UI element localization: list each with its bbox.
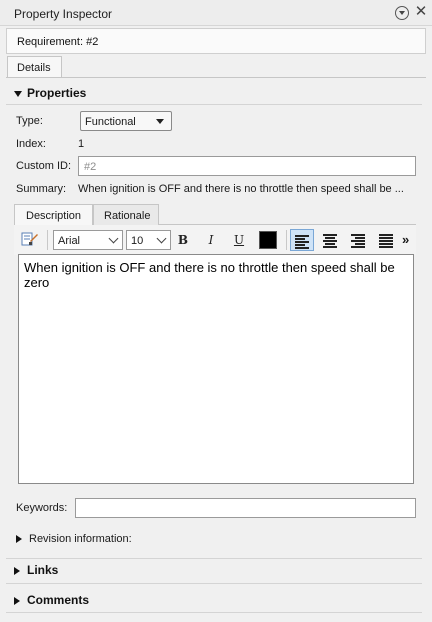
font-family-value: Arial [58, 235, 81, 247]
type-value: Functional [85, 116, 136, 128]
chevron-down-icon [156, 233, 167, 244]
chevron-down-icon [108, 233, 119, 244]
toolbar-separator [286, 230, 287, 250]
rich-text-toolbar: Arial 10 B I U » [14, 225, 416, 255]
collapse-triangle-icon [14, 90, 22, 97]
index-value: 1 [78, 138, 85, 150]
italic-button[interactable]: I [200, 230, 222, 250]
properties-heading: Properties [27, 86, 87, 100]
window-title: Property Inspector [14, 7, 113, 21]
expand-triangle-icon [16, 535, 22, 544]
links-heading: Links [27, 563, 59, 577]
font-size-select[interactable]: 10 [126, 230, 171, 250]
align-right-button[interactable] [346, 229, 370, 251]
section-divider [6, 104, 422, 105]
align-center-button[interactable] [318, 229, 342, 251]
custom-id-input[interactable]: #2 [78, 156, 416, 176]
comments-heading: Comments [27, 593, 90, 607]
requirement-label: Requirement: #2 [17, 36, 99, 48]
custom-id-placeholder: #2 [84, 161, 97, 173]
type-label: Type: [16, 115, 43, 127]
text-color-swatch[interactable] [259, 231, 277, 249]
tab-divider [6, 77, 426, 78]
section-divider [6, 558, 422, 559]
tab-rationale[interactable]: Rationale [93, 204, 159, 225]
bold-button[interactable]: B [172, 230, 194, 250]
expand-triangle-icon [14, 596, 20, 605]
font-family-select[interactable]: Arial [53, 230, 123, 250]
links-section-header[interactable]: Links [14, 563, 58, 581]
summary-value: When ignition is OFF and there is no thr… [78, 183, 404, 195]
keywords-input[interactable] [75, 498, 416, 518]
dropdown-caret-icon [156, 119, 164, 124]
tab-details-label: Details [17, 62, 51, 74]
expand-triangle-icon [14, 566, 20, 575]
comments-section-header[interactable]: Comments [14, 593, 89, 611]
align-left-button[interactable] [290, 229, 314, 251]
type-dropdown[interactable]: Functional [80, 111, 172, 131]
align-justify-button[interactable] [374, 229, 398, 251]
panel-menu-icon[interactable] [395, 6, 409, 20]
close-icon[interactable]: ✕ [414, 4, 428, 20]
underline-button[interactable]: U [228, 230, 250, 250]
description-text: When ignition is OFF and there is no thr… [24, 260, 395, 290]
keywords-label: Keywords: [16, 502, 68, 514]
index-label: Index: [16, 138, 46, 150]
tab-description[interactable]: Description [14, 204, 93, 225]
properties-section-header[interactable]: Properties [14, 86, 86, 104]
tab-description-label: Description [26, 210, 82, 222]
section-divider [6, 583, 422, 584]
revision-info-label: Revision information: [29, 533, 132, 545]
revision-info-toggle[interactable]: Revision information: [16, 533, 132, 547]
format-painter-icon[interactable] [20, 231, 40, 249]
title-bar: Property Inspector ✕ [0, 0, 432, 26]
section-divider [6, 612, 422, 613]
description-editor[interactable]: When ignition is OFF and there is no thr… [18, 254, 414, 484]
tab-rationale-label: Rationale [104, 210, 151, 222]
toolbar-overflow-button[interactable]: » [402, 232, 414, 248]
font-size-value: 10 [131, 235, 144, 247]
custom-id-label: Custom ID: [16, 160, 72, 172]
toolbar-separator [47, 230, 48, 250]
tab-details[interactable]: Details [7, 56, 62, 78]
summary-label: Summary: [16, 183, 67, 195]
requirement-header: Requirement: #2 [6, 28, 426, 54]
